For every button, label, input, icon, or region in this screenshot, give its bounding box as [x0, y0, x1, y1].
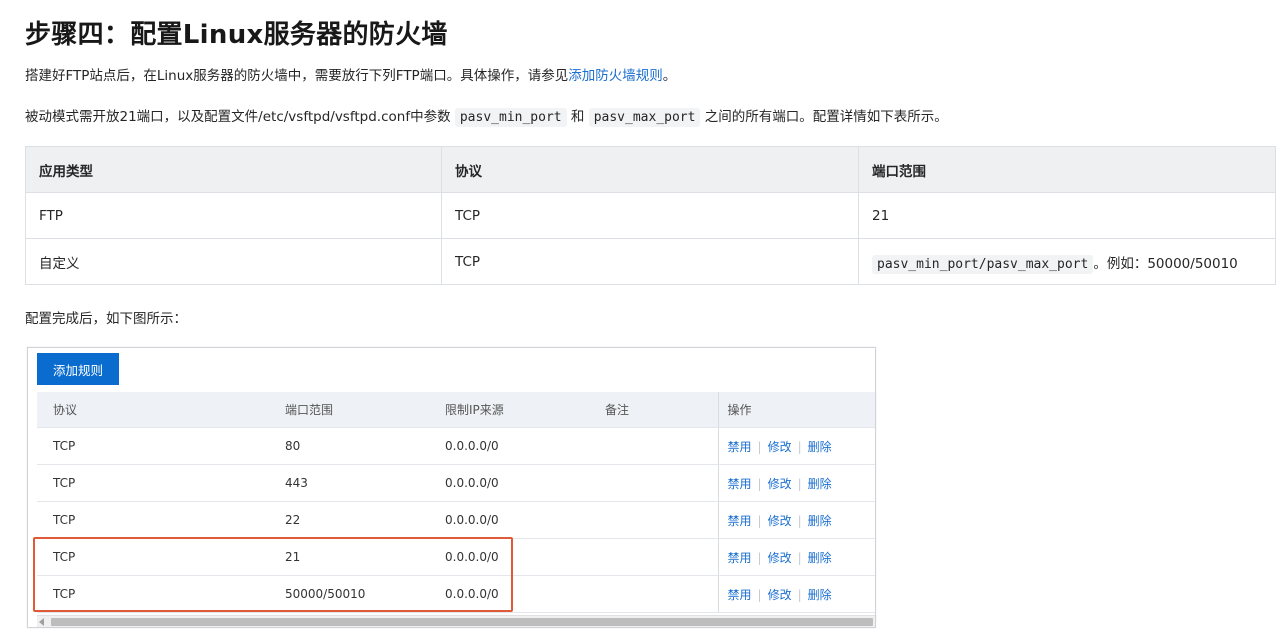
separator: |: [797, 439, 802, 454]
header-app-type: 应用类型: [25, 146, 442, 193]
rule-actions: 禁用 | 修改 | 删除: [717, 501, 875, 539]
separator: |: [757, 476, 762, 491]
pasv-max-port-code: pasv_max_port: [588, 108, 701, 127]
disable-link[interactable]: 禁用: [728, 588, 752, 602]
delete-link[interactable]: 删除: [808, 588, 832, 602]
cell-protocol: TCP: [441, 192, 859, 239]
rule-note: [589, 501, 718, 539]
rule-port: 80: [269, 427, 429, 465]
pasv-range-code: pasv_min_port/pasv_max_port: [872, 254, 1094, 274]
rule-source: 0.0.0.0/0: [429, 501, 589, 539]
rule-row: TCP 22 0.0.0.0/0 禁用 | 修改 | 删除: [37, 501, 875, 539]
separator: |: [757, 439, 762, 454]
rule-note: [589, 538, 718, 576]
rule-row: TCP 80 0.0.0.0/0 禁用 | 修改 | 删除: [37, 427, 875, 465]
intro-paragraph: 搭建好FTP站点后，在Linux服务器的防火墙中，需要放行下列FTP端口。具体操…: [25, 66, 676, 86]
pasv-min-port-code: pasv_min_port: [454, 108, 567, 127]
separator: |: [797, 513, 802, 528]
rule-note: [589, 427, 718, 465]
header-protocol: 协议: [37, 392, 269, 428]
passive-text-post: 之间的所有端口。配置详情如下表所示。: [700, 109, 948, 125]
rule-port: 50000/50010: [269, 575, 429, 613]
intro-end: 。: [662, 68, 677, 84]
separator: |: [757, 550, 762, 565]
table-header-row: 应用类型 协议 端口范围: [25, 146, 1276, 193]
firewall-rule-link[interactable]: 添加防火墙规则: [568, 68, 663, 84]
port-example: 。例如：50000/50010: [1093, 255, 1238, 272]
separator: |: [757, 587, 762, 602]
intro-text: 搭建好FTP站点后，在Linux服务器的防火墙中，需要放行下列FTP端口。具体操…: [25, 68, 569, 84]
disable-link[interactable]: 禁用: [728, 440, 752, 454]
delete-link[interactable]: 删除: [808, 514, 832, 528]
rules-header-row: 协议 端口范围 限制IP来源 备注 操作: [37, 392, 875, 428]
edit-link[interactable]: 修改: [768, 477, 792, 491]
rule-source: 0.0.0.0/0: [429, 464, 589, 502]
rule-port: 22: [269, 501, 429, 539]
console-screenshot: 添加规则 协议 端口范围 限制IP来源 备注 操作 TCP 80 0.0.0.0/0…: [27, 347, 876, 628]
rule-port: 21: [269, 538, 429, 576]
separator: |: [797, 476, 802, 491]
rule-actions: 禁用 | 修改 | 删除: [717, 427, 875, 465]
rule-source: 0.0.0.0/0: [429, 538, 589, 576]
rule-actions: 禁用 | 修改 | 删除: [717, 538, 875, 576]
cell-type: FTP: [25, 192, 442, 239]
cell-protocol: TCP: [441, 238, 859, 285]
table-row: 自定义 TCP pasv_min_port/pasv_max_port 。例如：5…: [25, 238, 1276, 285]
page-title: 步骤四：配置Linux服务器的防火墙: [25, 20, 448, 50]
rule-row: TCP 50000/50010 0.0.0.0/0 禁用 | 修改 | 删除: [37, 575, 875, 613]
header-note: 备注: [589, 392, 718, 428]
rule-row: TCP 443 0.0.0.0/0 禁用 | 修改 | 删除: [37, 464, 875, 502]
delete-link[interactable]: 删除: [808, 477, 832, 491]
table-row: FTP TCP 21: [25, 192, 1276, 239]
rule-protocol: TCP: [37, 427, 269, 465]
scroll-left-icon[interactable]: [39, 618, 44, 626]
edit-link[interactable]: 修改: [768, 514, 792, 528]
separator: |: [757, 513, 762, 528]
disable-link[interactable]: 禁用: [728, 551, 752, 565]
passive-mode-paragraph: 被动模式需开放21端口，以及配置文件/etc/vsftpd/vsftpd.con…: [25, 107, 948, 128]
rule-row: TCP 21 0.0.0.0/0 禁用 | 修改 | 删除: [37, 538, 875, 576]
edit-link[interactable]: 修改: [768, 551, 792, 565]
separator: |: [797, 550, 802, 565]
rule-port: 443: [269, 464, 429, 502]
header-protocol: 协议: [441, 146, 859, 193]
result-caption: 配置完成后，如下图所示：: [25, 311, 187, 327]
rule-protocol: TCP: [37, 501, 269, 539]
rule-actions: 禁用 | 修改 | 删除: [717, 464, 875, 502]
disable-link[interactable]: 禁用: [728, 514, 752, 528]
rule-protocol: TCP: [37, 538, 269, 576]
cell-port: 21: [858, 192, 1276, 239]
horizontal-scrollbar[interactable]: [37, 615, 875, 627]
header-port-range: 端口范围: [858, 146, 1276, 193]
header-source-ip: 限制IP来源: [429, 392, 589, 428]
header-actions: 操作: [717, 392, 875, 428]
rule-source: 0.0.0.0/0: [429, 575, 589, 613]
rule-protocol: TCP: [37, 575, 269, 613]
add-rule-button[interactable]: 添加规则: [37, 353, 119, 385]
delete-link[interactable]: 删除: [808, 551, 832, 565]
edit-link[interactable]: 修改: [768, 440, 792, 454]
header-port-range: 端口范围: [269, 392, 429, 428]
rule-source: 0.0.0.0/0: [429, 427, 589, 465]
delete-link[interactable]: 删除: [808, 440, 832, 454]
firewall-rules-table: 协议 端口范围 限制IP来源 备注 操作 TCP 80 0.0.0.0/0 禁用 | 修改…: [37, 392, 875, 613]
cell-port: pasv_min_port/pasv_max_port 。例如：50000/500…: [858, 238, 1276, 285]
passive-text-pre: 被动模式需开放21端口，以及配置文件/etc/vsftpd/vsftpd.con…: [25, 109, 455, 125]
edit-link[interactable]: 修改: [768, 588, 792, 602]
separator: |: [797, 587, 802, 602]
port-config-table: 应用类型 协议 端口范围 FTP TCP 21 自定义 TCP pasv_min…: [25, 146, 1276, 285]
disable-link[interactable]: 禁用: [728, 477, 752, 491]
cell-type: 自定义: [25, 238, 442, 285]
rule-protocol: TCP: [37, 464, 269, 502]
passive-text-mid: 和: [566, 109, 589, 125]
rule-note: [589, 464, 718, 502]
rule-note: [589, 575, 718, 613]
rule-actions: 禁用 | 修改 | 删除: [717, 575, 875, 613]
scrollbar-thumb[interactable]: [51, 618, 873, 626]
